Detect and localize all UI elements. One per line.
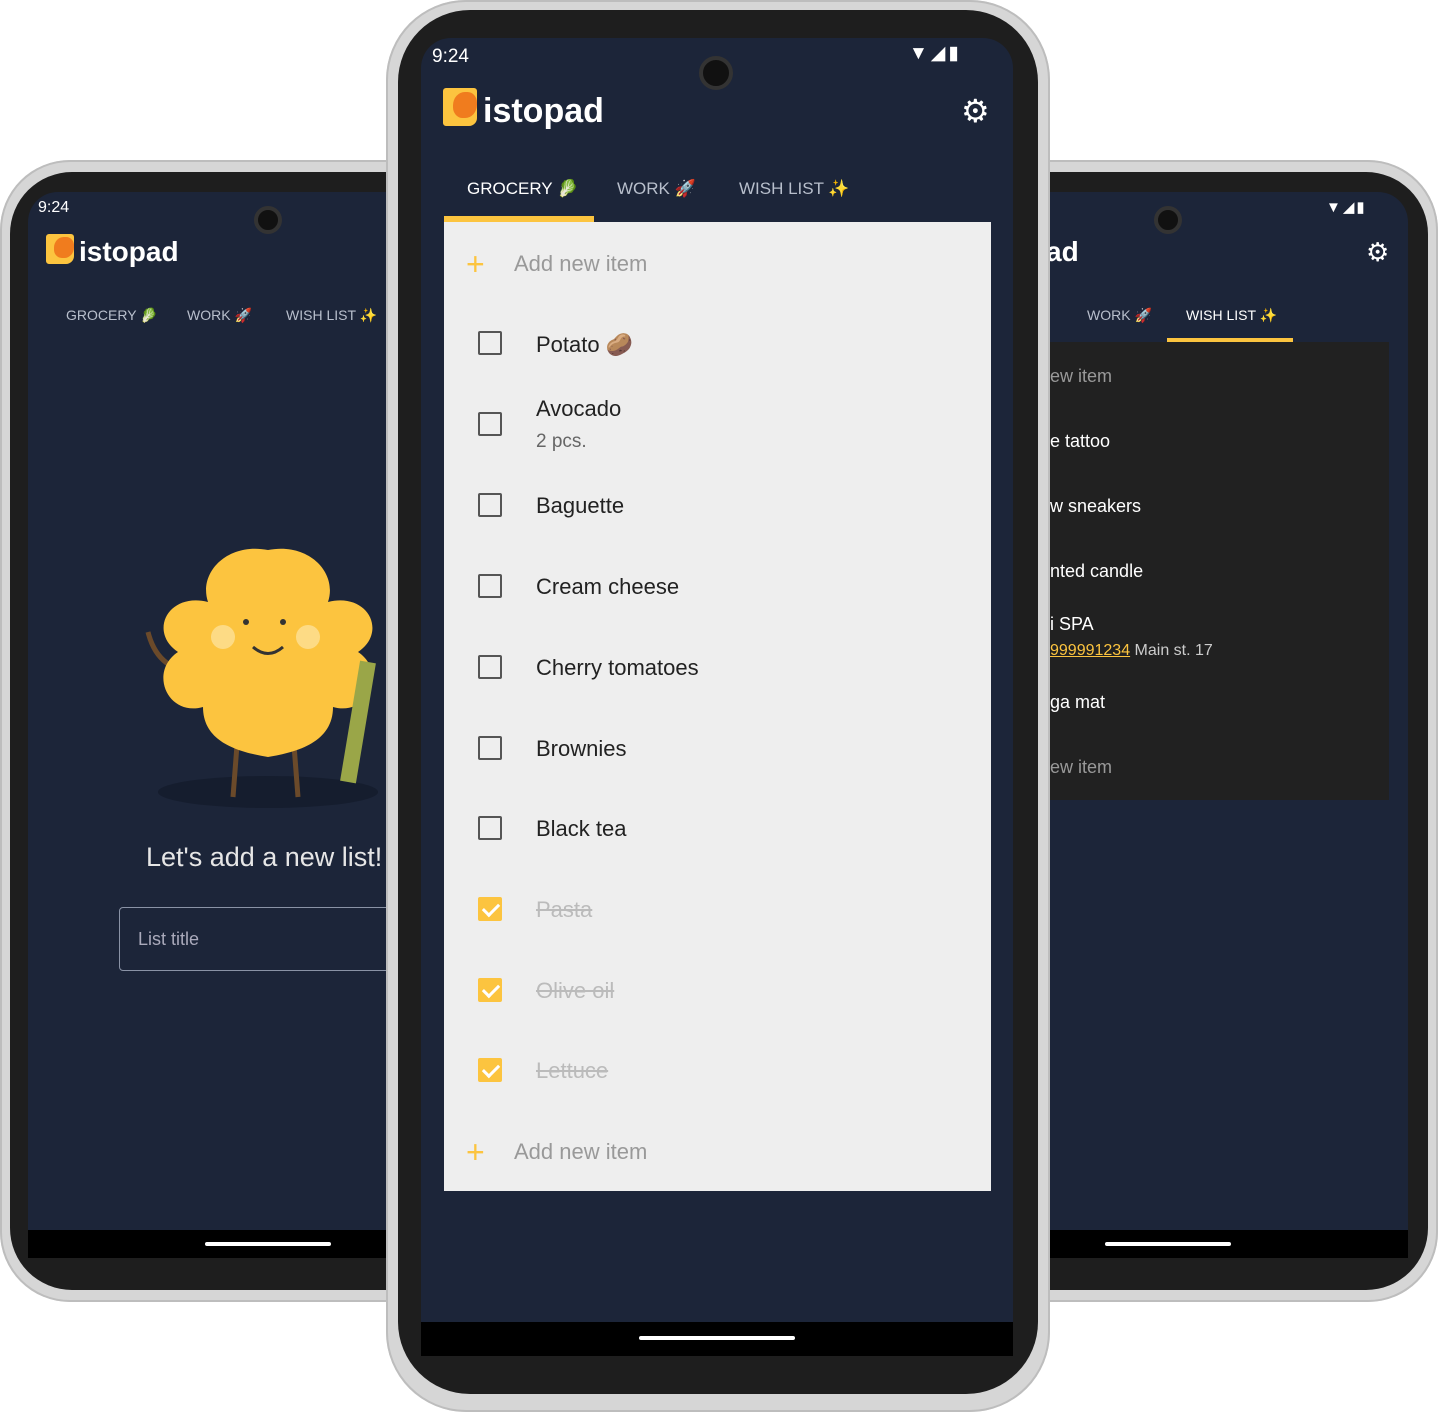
tab-wish-list[interactable]: WISH LIST ✨ bbox=[739, 179, 850, 199]
item-title[interactable]: Cherry tomatoes bbox=[536, 655, 699, 681]
item-title[interactable]: Lettuce bbox=[536, 1058, 608, 1084]
app-title: istopad bbox=[79, 236, 179, 267]
item-title[interactable]: Pasta bbox=[536, 897, 592, 923]
status-time: 9:24 bbox=[38, 199, 70, 216]
camera bbox=[1154, 206, 1182, 234]
list-item[interactable]: e tattoo bbox=[1050, 431, 1110, 452]
status-time: 9:24 bbox=[432, 46, 469, 67]
item-note: 2 pcs. bbox=[536, 431, 587, 452]
status-icons: ▼◢▮ bbox=[1326, 199, 1367, 216]
checkbox[interactable] bbox=[478, 655, 502, 679]
app-title: istopad bbox=[483, 92, 604, 130]
status-icons: ▼◢▮ bbox=[909, 43, 962, 64]
nav-bar bbox=[421, 1322, 1013, 1356]
tab-work[interactable]: WORK 🚀 bbox=[617, 179, 696, 199]
list-item[interactable]: w sneakers bbox=[1050, 496, 1141, 517]
app-title-fragment: ad bbox=[1046, 236, 1079, 267]
camera bbox=[254, 206, 282, 234]
phone-link[interactable]: 999991234 bbox=[1050, 642, 1130, 659]
list-item[interactable]: i SPA bbox=[1050, 614, 1094, 635]
home-indicator[interactable] bbox=[1105, 1242, 1231, 1246]
checkbox-checked[interactable] bbox=[478, 1058, 502, 1082]
item-title[interactable]: Cream cheese bbox=[536, 574, 679, 600]
checkbox-checked[interactable] bbox=[478, 978, 502, 1002]
checkbox[interactable] bbox=[478, 493, 502, 517]
gear-icon[interactable]: ⚙ bbox=[1366, 237, 1389, 268]
checkbox[interactable] bbox=[478, 816, 502, 840]
checkbox[interactable] bbox=[478, 331, 502, 355]
add-item-label: Add new item bbox=[514, 1139, 648, 1164]
list-title-placeholder: List title bbox=[138, 929, 200, 949]
checkbox[interactable] bbox=[478, 412, 502, 436]
gear-icon[interactable]: ⚙ bbox=[961, 92, 990, 130]
logo-icon bbox=[443, 88, 477, 126]
tab-work[interactable]: WORK 🚀 bbox=[1087, 307, 1152, 324]
item-title[interactable]: Avocado bbox=[536, 396, 621, 422]
empty-state-message: Let's add a new list! bbox=[146, 842, 383, 872]
plus-icon: + bbox=[466, 1134, 485, 1170]
list-item[interactable]: ga mat bbox=[1050, 692, 1105, 713]
item-note: Main st. 17 bbox=[1134, 642, 1213, 659]
item-title[interactable]: Black tea bbox=[536, 816, 627, 842]
add-item-top[interactable]: ew item bbox=[1050, 366, 1112, 387]
home-indicator[interactable] bbox=[639, 1336, 795, 1340]
plus-icon: + bbox=[466, 246, 485, 282]
item-title[interactable]: Potato 🥔 bbox=[536, 332, 633, 358]
add-item-label: Add new item bbox=[514, 251, 648, 276]
item-title[interactable]: Brownies bbox=[536, 736, 626, 762]
tab-grocery[interactable]: GROCERY 🥬 bbox=[66, 307, 158, 324]
tab-wish-list[interactable]: WISH LIST ✨ bbox=[1186, 307, 1277, 324]
home-indicator[interactable] bbox=[205, 1242, 331, 1246]
item-title[interactable]: Baguette bbox=[536, 493, 624, 519]
tab-work[interactable]: WORK 🚀 bbox=[187, 307, 252, 324]
add-item-bottom[interactable]: ew item bbox=[1050, 757, 1112, 778]
camera bbox=[699, 56, 733, 90]
checkbox-checked[interactable] bbox=[478, 897, 502, 921]
grocery-list: + Add new item Potato 🥔 Avocado 2 pcs. Ba… bbox=[444, 222, 991, 1191]
checkbox[interactable] bbox=[478, 736, 502, 760]
item-title[interactable]: Olive oil bbox=[536, 978, 614, 1004]
leaf-mascot-illustration bbox=[145, 548, 378, 808]
checkbox[interactable] bbox=[478, 574, 502, 598]
logo-icon bbox=[46, 234, 74, 264]
tab-wish-list[interactable]: WISH LIST ✨ bbox=[286, 307, 377, 324]
tab-grocery[interactable]: GROCERY 🥬 bbox=[467, 179, 578, 199]
list-item[interactable]: nted candle bbox=[1050, 561, 1143, 582]
